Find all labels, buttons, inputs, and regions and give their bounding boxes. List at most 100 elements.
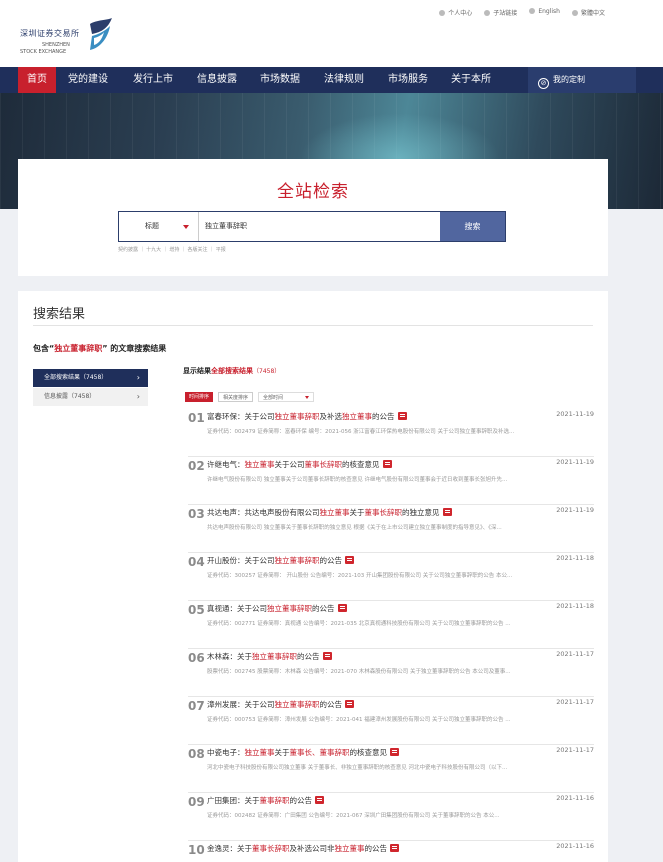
result-title[interactable]: 许继电气：独立董事关于公司董事长辞职的核查意见 bbox=[207, 459, 392, 471]
pdf-icon[interactable] bbox=[345, 700, 354, 708]
pdf-icon[interactable] bbox=[322, 652, 332, 660]
result-title-pre: 开山股份：关于公司 bbox=[207, 556, 275, 565]
nav-services[interactable]: 市场服务 bbox=[381, 67, 435, 93]
result-date: 2021-11-16 bbox=[556, 794, 594, 802]
result-title-pre: 富春环保：关于公司 bbox=[207, 412, 275, 421]
pdf-icon[interactable] bbox=[315, 796, 324, 804]
result-date: 2021-11-18 bbox=[556, 602, 594, 610]
search-field-select-value: 标题 bbox=[145, 222, 159, 230]
result-item[interactable]: 10 金逸灵：关于董事长辞职及补选公司非独立董事的公告 2021-11-16 bbox=[188, 841, 594, 862]
nav-about[interactable]: 关于本所 bbox=[444, 67, 498, 93]
result-title-keyword: 独立董事 bbox=[244, 748, 275, 757]
top-links: 个人中心 子站链接 English 繁體中文 bbox=[439, 8, 605, 17]
result-item[interactable]: 04 开山股份：关于公司独立董事辞职的公告 2021-11-18 证券代码：30025… bbox=[188, 553, 594, 601]
shown-results-label: 显示结果全部搜索结果（7458） bbox=[183, 366, 280, 376]
time-range-select[interactable]: 全部时间 bbox=[258, 392, 315, 402]
nav-market-data[interactable]: 市场数据 bbox=[253, 67, 307, 93]
sort-by-time-button[interactable]: 时间排序 bbox=[185, 392, 214, 402]
result-snippet: 股票代码：002745 股票简称：木林森 公告编号：2021-070 木林森股份… bbox=[207, 669, 511, 675]
pdf-icon[interactable] bbox=[337, 604, 347, 612]
result-title[interactable]: 漳州发展：关于公司独立董事辞职的公告 bbox=[207, 699, 354, 711]
shown-keyword: 全部搜索结果 bbox=[211, 367, 253, 375]
result-title[interactable]: 广田集团：关于董事辞职的公告 bbox=[207, 795, 324, 807]
result-number: 09 bbox=[188, 795, 205, 809]
result-item[interactable]: 07 漳州发展：关于公司独立董事辞职的公告 2021-11-17 证券代码：00075… bbox=[188, 697, 594, 745]
result-item[interactable]: 02 许继电气：独立董事关于公司董事长辞职的核查意见 2021-11-19 许继电气股… bbox=[188, 457, 594, 505]
result-title-pre: 木林森：关于 bbox=[207, 652, 252, 661]
result-title-pre: 漳州发展：关于公司 bbox=[207, 700, 275, 709]
result-number: 05 bbox=[188, 603, 205, 617]
result-number: 08 bbox=[188, 747, 205, 761]
result-number: 10 bbox=[188, 843, 205, 857]
result-title-mid: 及补选 bbox=[319, 412, 343, 421]
result-item[interactable]: 03 共达电声：共达电声股份有限公司独立董事关于董事长辞职的独立意见 2021-11… bbox=[188, 505, 594, 553]
result-snippet: 证券代码：000753 证券简称：漳州发展 公告编号：2021-041 福建漳州… bbox=[207, 717, 511, 723]
result-title[interactable]: 共达电声：共达电声股份有限公司独立董事关于董事长辞职的独立意见 bbox=[207, 507, 452, 519]
result-title[interactable]: 中瓷电子：独立董事关于董事长、董事辞职的核查意见 bbox=[207, 747, 399, 759]
result-title-post: 的独立意见 bbox=[402, 508, 440, 517]
result-item[interactable]: 01 富春环保：关于公司独立董事辞职及补选独立董事的公告 2021-11-19 证券代… bbox=[188, 409, 594, 457]
result-snippet: 共达电声股份有限公司 独立董事关于董事长辞职的独立意见 根据《关于在上市公司建立… bbox=[207, 525, 502, 531]
top-link-user[interactable]: 个人中心 bbox=[439, 8, 472, 17]
result-date: 2021-11-17 bbox=[556, 650, 594, 658]
szse-logo[interactable]: 深圳证券交易所 SHENZHEN STOCK EXCHANGE bbox=[20, 18, 120, 58]
result-title-mid: 关于 bbox=[274, 748, 290, 757]
result-title-pre: 中瓷电子： bbox=[207, 748, 245, 757]
category-all[interactable]: 全部搜索结果（7458） › bbox=[33, 369, 148, 387]
link-icon bbox=[484, 10, 491, 16]
result-date: 2021-11-17 bbox=[556, 746, 594, 754]
nav-home[interactable]: 首页 bbox=[18, 67, 56, 93]
result-title-keyword: 董事长辞职 bbox=[364, 508, 403, 517]
search-field-select[interactable]: 标题 bbox=[119, 212, 199, 241]
nav-rules[interactable]: 法律规则 bbox=[317, 67, 371, 93]
logo-en-text-2: STOCK EXCHANGE bbox=[20, 49, 67, 55]
nav-listing[interactable]: 发行上市 bbox=[126, 67, 180, 93]
category-disclosure[interactable]: 信息披露（7458） › bbox=[33, 388, 148, 406]
result-title[interactable]: 开山股份：关于公司独立董事辞职的公告 bbox=[207, 555, 354, 567]
result-title-keyword: 董事长辞职 bbox=[304, 460, 343, 469]
result-title-keyword: 独立董事 bbox=[342, 412, 372, 421]
pdf-icon[interactable] bbox=[345, 556, 354, 564]
sort-bar: 时间排序 相关度排序 全部时间 bbox=[185, 392, 319, 403]
result-title[interactable]: 富春环保：关于公司独立董事辞职及补选独立董事的公告 bbox=[207, 411, 407, 423]
top-link-traditional[interactable]: 繁體中文 bbox=[571, 8, 605, 17]
pdf-icon[interactable] bbox=[442, 508, 452, 516]
pdf-icon[interactable] bbox=[390, 844, 399, 852]
result-title-post: 的公告 bbox=[372, 412, 395, 421]
result-title-keyword: 董事辞职 bbox=[259, 796, 290, 805]
result-title[interactable]: 木林森：关于独立董事辞职的公告 bbox=[207, 651, 332, 663]
result-date: 2021-11-19 bbox=[556, 506, 594, 514]
hot-keywords[interactable]: 契约披露 ｜ 十九大 ｜ 增持 ｜ 各版关注 ｜ 平报 bbox=[118, 246, 226, 253]
search-row: 标题 独立董事辞职 搜索 bbox=[118, 211, 506, 242]
result-title-pre: 许继电气： bbox=[207, 460, 245, 469]
result-title-pre: 共达电声：共达电声股份有限公司 bbox=[207, 508, 320, 517]
result-item[interactable]: 06 木林森：关于独立董事辞职的公告 2021-11-17 股票代码：002745 股… bbox=[188, 649, 594, 697]
pdf-icon[interactable] bbox=[382, 460, 392, 468]
result-title[interactable]: 真视通：关于公司独立董事辞职的公告 bbox=[207, 603, 347, 615]
result-title-pre: 金逸灵：关于 bbox=[207, 844, 252, 853]
top-link-substation[interactable]: 子站链接 bbox=[484, 8, 517, 17]
pdf-icon[interactable] bbox=[397, 412, 407, 420]
user-icon bbox=[439, 10, 446, 16]
result-item[interactable]: 08 中瓷电子：独立董事关于董事长、董事辞职的核查意见 2021-11-17 河北中瓷… bbox=[188, 745, 594, 793]
result-title-keyword: 独立董事 bbox=[319, 508, 350, 517]
result-snippet: 许继电气股份有限公司 独立董事关于公司董事长辞职的核查意见 许继电气股份有限公司… bbox=[207, 477, 508, 483]
results-panel: 搜索结果 包含“独立董事辞职” 的文章搜索结果 全部搜索结果（7458） › 信… bbox=[18, 291, 608, 862]
shown-count: （7458） bbox=[253, 368, 281, 375]
nav-my-custom[interactable]: ⊘ 我的定制 bbox=[528, 67, 636, 93]
result-title-keyword: 独立董事辞职 bbox=[274, 700, 320, 709]
result-title[interactable]: 金逸灵：关于董事长辞职及补选公司非独立董事的公告 bbox=[207, 843, 399, 855]
result-title-post: 的公告 bbox=[289, 796, 313, 805]
result-number: 02 bbox=[188, 459, 205, 473]
nav-party[interactable]: 党的建设 bbox=[62, 67, 114, 93]
top-header: 深圳证券交易所 SHENZHEN STOCK EXCHANGE 个人中心 子站链… bbox=[0, 0, 663, 67]
top-link-english[interactable]: English bbox=[529, 8, 560, 17]
search-button[interactable]: 搜索 bbox=[440, 212, 505, 241]
search-input[interactable]: 独立董事辞职 bbox=[205, 212, 415, 241]
result-item[interactable]: 09 广田集团：关于董事辞职的公告 2021-11-16 证券代码：002482 证券… bbox=[188, 793, 594, 841]
sort-by-relevance-button[interactable]: 相关度排序 bbox=[218, 392, 254, 402]
result-date: 2021-11-16 bbox=[556, 842, 594, 850]
nav-disclosure[interactable]: 信息披露 bbox=[190, 67, 244, 93]
result-item[interactable]: 05 真视通：关于公司独立董事辞职的公告 2021-11-18 证券代码：002771… bbox=[188, 601, 594, 649]
pdf-icon[interactable] bbox=[390, 748, 399, 756]
